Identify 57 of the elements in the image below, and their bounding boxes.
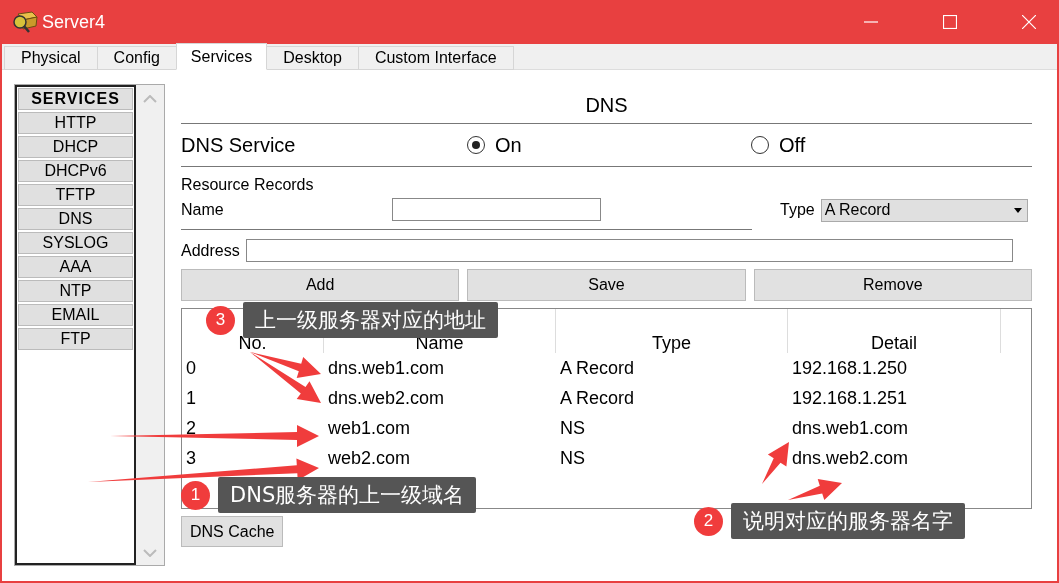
table-cell: NS	[560, 447, 585, 468]
address-label: Address	[181, 241, 240, 260]
panel-title: DNS	[181, 84, 1032, 124]
table-cell: 2	[186, 417, 196, 438]
service-button[interactable]: NTP	[18, 280, 133, 302]
maximize-icon[interactable]	[943, 15, 957, 29]
table-cell: A Record	[560, 387, 635, 408]
type-label: Type	[780, 201, 815, 219]
callout: 上一级服务器对应的地址	[243, 302, 498, 338]
name-label: Name	[181, 200, 224, 219]
service-button[interactable]: TFTP	[18, 184, 133, 206]
table-cell: dns.web2.com	[792, 447, 909, 468]
type-dropdown[interactable]: A Record	[820, 198, 1028, 222]
column-header: Detail	[788, 309, 1001, 353]
table-cell: dns.web1.com	[792, 417, 909, 438]
table-cell: 1	[186, 387, 196, 408]
table-cell: 192.168.1.250	[792, 357, 908, 378]
table-cell: web1.com	[328, 417, 411, 438]
caret-icon	[1013, 207, 1022, 213]
address-field[interactable]	[245, 239, 1013, 262]
window-title: Server4	[42, 11, 106, 33]
service-label: DNS Service	[181, 133, 296, 157]
server-icon	[12, 10, 38, 34]
action-button[interactable]: Add	[181, 269, 460, 301]
tab[interactable]: Custom Interface	[357, 46, 514, 70]
table-cell: 192.168.1.251	[792, 387, 908, 408]
action-button[interactable]: Save	[467, 269, 746, 301]
tab[interactable]: Config	[96, 46, 177, 70]
tab[interactable]: Services	[175, 43, 268, 70]
service-button[interactable]: DHCPv6	[18, 160, 133, 182]
table-cell: dns.web1.com	[328, 357, 445, 378]
radio-option[interactable]: On	[467, 133, 522, 157]
table-cell: NS	[560, 417, 585, 438]
tab[interactable]: Physical	[4, 46, 98, 70]
dns-cache-button[interactable]: DNS Cache	[181, 516, 284, 547]
service-button[interactable]: EMAIL	[18, 304, 133, 326]
table-cell: 0	[186, 357, 196, 378]
callout: DNS服务器的上一级域名	[218, 477, 477, 513]
services-heading: SERVICES	[18, 88, 133, 110]
table-cell: A Record	[560, 357, 635, 378]
radio-option[interactable]: Off	[751, 133, 806, 157]
service-button[interactable]: DHCP	[18, 136, 133, 158]
service-button[interactable]: DNS	[18, 208, 133, 230]
callout: 说明对应的服务器名字	[731, 503, 965, 539]
action-button[interactable]: Remove	[753, 269, 1032, 301]
section-label: Resource Records	[181, 176, 315, 194]
service-button[interactable]: AAA	[18, 256, 133, 278]
table-cell: web2.com	[328, 447, 411, 468]
name-field[interactable]	[391, 198, 601, 221]
table-cell: dns.web2.com	[328, 387, 445, 408]
service-button[interactable]: SYSLOG	[18, 232, 133, 254]
table-cell: 3	[186, 447, 196, 468]
service-button[interactable]: HTTP	[18, 112, 133, 134]
tab[interactable]: Desktop	[266, 46, 359, 70]
service-button[interactable]: FTP	[18, 328, 133, 350]
close-icon[interactable]	[1022, 15, 1036, 29]
column-header: Type	[556, 309, 788, 353]
